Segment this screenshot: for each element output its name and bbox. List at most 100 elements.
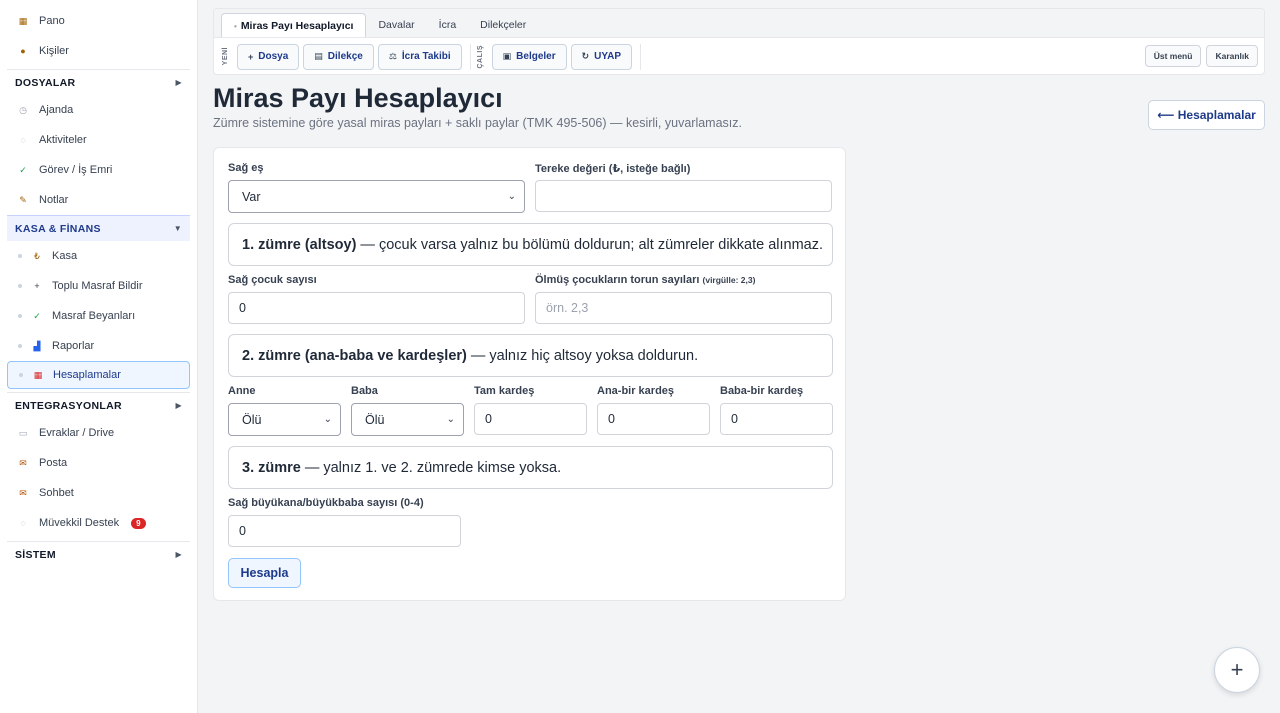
- new-dilekce-button[interactable]: ▤ Dilekçe: [303, 43, 374, 70]
- maternal-sibling-label: Ana-bir kardeş: [597, 385, 675, 397]
- chevron-right-icon: ▶: [175, 550, 182, 559]
- sidebar-item-ajanda[interactable]: ◷ Ajanda: [0, 95, 197, 125]
- lira-icon: ₺: [34, 250, 40, 261]
- estate-input[interactable]: [535, 180, 832, 212]
- father-label: Baba: [351, 385, 378, 397]
- spouse-select[interactable]: Var ⌄: [228, 180, 525, 213]
- belgeler-button[interactable]: ▣ Belgeler: [491, 43, 567, 70]
- chat-mail-icon: ✉: [19, 487, 27, 498]
- chevron-down-icon: ⌄: [507, 191, 516, 202]
- children-count-input[interactable]: 0: [228, 292, 525, 324]
- sidebar-item-masraf-beyanlari[interactable]: ✓ Masraf Beyanları: [0, 301, 197, 331]
- sidebar-item-posta[interactable]: ✉ Posta: [0, 448, 197, 478]
- unread-badge: 9: [131, 517, 146, 529]
- dashboard-icon: ▦: [18, 15, 28, 26]
- new-dosya-button[interactable]: + Dosya: [237, 43, 300, 70]
- sidebar-item-label: Evraklar / Drive: [39, 427, 115, 439]
- section-kasa-finans[interactable]: KASA & FİNANS ▼: [7, 215, 190, 241]
- tab-label: Miras Payı Hesaplayıcı: [240, 20, 354, 32]
- clock-icon: ◷: [19, 104, 27, 115]
- sidebar-item-evraklar[interactable]: ▭ Evraklar / Drive: [0, 418, 197, 448]
- sidebar: ▦ Pano ● Kişiler DOSYALAR ▶ ◷ Ajanda ◌ A…: [0, 0, 198, 713]
- full-sibling-input[interactable]: 0: [474, 403, 587, 435]
- chevron-down-icon: ⌄: [323, 414, 332, 425]
- section-title: DOSYALAR: [15, 76, 76, 89]
- page-subtitle: Zümre sistemine göre yasal miras payları…: [213, 116, 742, 130]
- tab-icra[interactable]: İcra: [427, 13, 469, 37]
- sidebar-item-pano[interactable]: ▦ Pano: [0, 6, 197, 36]
- zumre-1-note: 1. zümre (altsoy) — çocuk varsa yalnız b…: [228, 223, 833, 266]
- plus-icon: +: [248, 51, 254, 62]
- divider: [640, 43, 642, 70]
- new-group-label: YENİ: [222, 47, 229, 66]
- sidebar-item-aktiviteler[interactable]: ◌ Aktiviteler: [0, 125, 197, 155]
- sidebar-item-label: Kasa: [52, 250, 78, 262]
- people-icon: ●: [20, 46, 26, 56]
- sidebar-item-label: Sohbet: [39, 487, 74, 499]
- sidebar-item-muvekkil-destek[interactable]: ◌ Müvekkil Destek 9: [0, 508, 197, 538]
- sidebar-item-label: Masraf Beyanları: [52, 310, 136, 322]
- section-sistem[interactable]: SİSTEM ▶: [7, 541, 190, 567]
- sidebar-item-label: Müvekkil Destek: [39, 517, 120, 529]
- plus-icon: +: [34, 281, 40, 291]
- chevron-right-icon: ▶: [175, 78, 182, 87]
- back-to-calculations-button[interactable]: ⟵ Hesaplamalar: [1148, 100, 1265, 130]
- mail-icon: ✉: [19, 457, 27, 468]
- chevron-right-icon: ▶: [175, 401, 182, 410]
- new-icra-takibi-button[interactable]: ⚖ İcra Takibi: [377, 43, 462, 70]
- section-dosyalar[interactable]: DOSYALAR ▶: [7, 69, 190, 95]
- sidebar-item-label: Pano: [39, 15, 65, 27]
- tab-dilekceler[interactable]: Dilekçeler: [468, 13, 538, 37]
- full-sibling-label: Tam kardeş: [474, 385, 535, 397]
- zumre-3-note: 3. zümre — yalnız 1. ve 2. zümrede kimse…: [228, 446, 833, 489]
- tab-bar: • Miras Payı Hesaplayıcı Davalar İcra Dil…: [214, 9, 1264, 38]
- activity-icon: ◌: [20, 135, 26, 145]
- sidebar-item-gorev[interactable]: ✓ Görev / İş Emri: [0, 155, 197, 185]
- tab-miras-payi[interactable]: • Miras Payı Hesaplayıcı: [221, 13, 367, 37]
- speech-bubble-icon: ◌: [20, 518, 26, 528]
- mother-select[interactable]: Ölü ⌄: [228, 403, 341, 436]
- sidebar-item-label: Hesaplamalar: [53, 369, 121, 381]
- sidebar-item-toplu-masraf[interactable]: + Toplu Masraf Bildir: [0, 271, 197, 301]
- divider: [469, 43, 471, 70]
- check-icon: ✓: [19, 164, 27, 175]
- pencil-icon: ✎: [19, 194, 27, 205]
- section-title: SİSTEM: [15, 548, 56, 561]
- sidebar-item-sohbet[interactable]: ✉ Sohbet: [0, 478, 197, 508]
- sidebar-item-kasa[interactable]: ₺ Kasa: [0, 241, 197, 271]
- top-menu-button[interactable]: Üst menü: [1144, 45, 1202, 67]
- sidebar-item-kisiler[interactable]: ● Kişiler: [0, 36, 197, 66]
- zumre-2-note: 2. zümre (ana-baba ve kardeşler) — yalnı…: [228, 334, 833, 377]
- tab-label: Davalar: [378, 19, 415, 31]
- uyap-button[interactable]: ↻ UYAP: [570, 43, 633, 70]
- tab-label: İcra: [438, 19, 457, 31]
- section-title: KASA & FİNANS: [15, 222, 101, 235]
- quick-actions: YENİ + Dosya ▤ Dilekçe ⚖ İcra Takibi ÇAL…: [214, 38, 1264, 75]
- section-title: ENTEGRASYONLAR: [15, 399, 122, 412]
- father-select[interactable]: Ölü ⌄: [351, 403, 464, 436]
- sidebar-item-label: Notlar: [39, 194, 69, 206]
- maternal-sibling-input[interactable]: 0: [597, 403, 710, 435]
- grandparents-input[interactable]: 0: [228, 515, 461, 547]
- grandchildren-input[interactable]: örn. 2,3: [535, 292, 832, 324]
- documents-icon: ▣: [502, 51, 512, 61]
- sidebar-item-raporlar[interactable]: ▟ Raporlar: [0, 331, 197, 361]
- page-title: Miras Payı Hesaplayıcı: [213, 83, 503, 113]
- chevron-down-icon: ⌄: [446, 414, 455, 425]
- sidebar-item-label: Posta: [39, 457, 68, 469]
- paternal-sibling-input[interactable]: 0: [720, 403, 833, 435]
- sidebar-item-hesaplamalar[interactable]: ▦ Hesaplamalar: [7, 361, 190, 389]
- check-icon: ✓: [33, 310, 41, 321]
- inheritance-form: Sağ eş Var ⌄ Tereke değeri (₺, isteğe ba…: [213, 147, 846, 601]
- children-label: Sağ çocuk sayısı: [228, 274, 317, 286]
- tab-davalar[interactable]: Davalar: [366, 13, 426, 37]
- work-group-label: ÇALIŞ: [476, 44, 484, 69]
- section-entegrasyonlar[interactable]: ENTEGRASYONLAR ▶: [7, 392, 190, 418]
- sidebar-item-label: Toplu Masraf Bildir: [52, 280, 143, 292]
- sidebar-item-notlar[interactable]: ✎ Notlar: [0, 185, 197, 215]
- calculate-button[interactable]: Hesapla: [228, 558, 301, 588]
- add-fab-button[interactable]: +: [1214, 647, 1260, 693]
- dark-mode-button[interactable]: Karanlık: [1206, 45, 1258, 67]
- scale-icon: ⚖: [388, 51, 397, 61]
- refresh-icon: ↻: [581, 51, 590, 61]
